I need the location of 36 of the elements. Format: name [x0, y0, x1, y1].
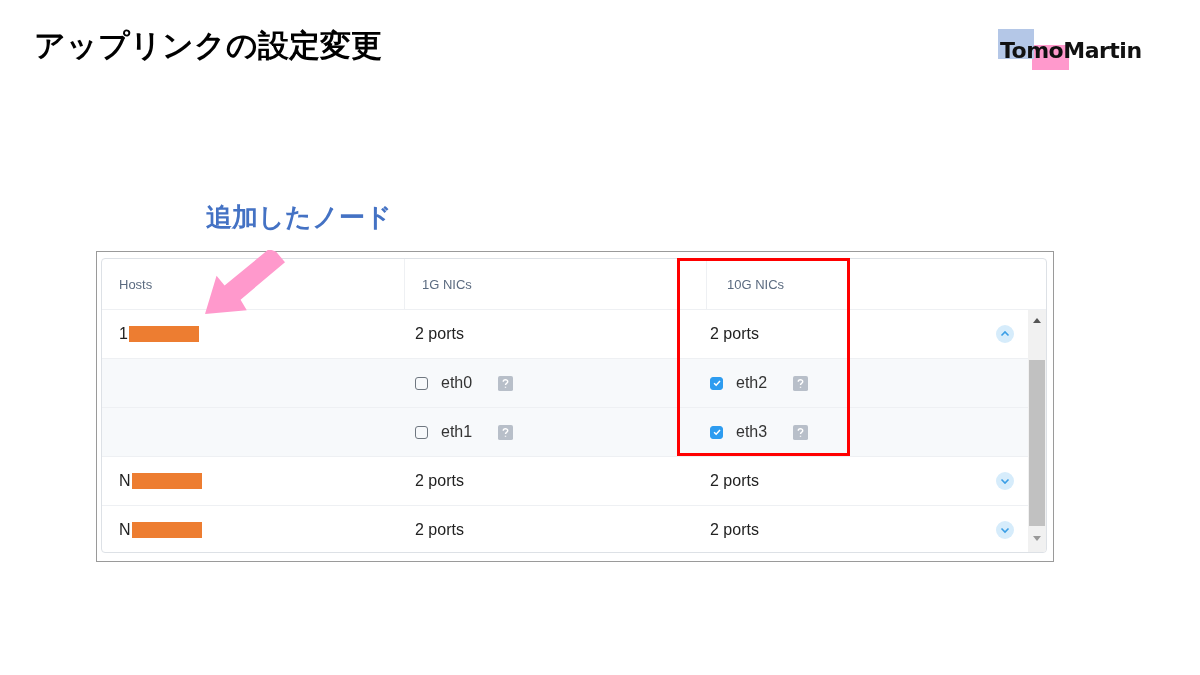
help-icon[interactable]	[498, 424, 513, 440]
table-cell-text: 2 ports	[414, 471, 465, 491]
redaction-mark	[131, 473, 202, 489]
help-icon[interactable]	[793, 424, 808, 440]
checkbox[interactable]	[710, 425, 723, 439]
host-name: N	[119, 472, 131, 490]
scroll-down-icon[interactable]	[1033, 536, 1041, 541]
nic-label: eth2	[736, 374, 769, 392]
expand-icon[interactable]	[996, 472, 1014, 490]
table-cell-text: 2 ports	[414, 324, 465, 344]
redaction-mark	[131, 522, 202, 538]
slide-title: アップリンクの設定変更	[34, 26, 382, 65]
host-name: N	[119, 521, 131, 539]
checkbox[interactable]	[415, 425, 428, 439]
scroll-up-icon[interactable]	[1033, 318, 1041, 323]
table-cell-text: 2 ports	[414, 520, 465, 540]
scrollbar[interactable]	[1028, 310, 1046, 552]
column-header[interactable]: 10G NICs	[707, 259, 827, 309]
collapse-icon[interactable]	[996, 325, 1014, 343]
nic-label: eth3	[736, 423, 769, 441]
nic-label: eth1	[441, 423, 474, 441]
help-icon[interactable]	[498, 375, 513, 391]
scrollbar-thumb[interactable]	[1029, 360, 1045, 526]
checkbox[interactable]	[710, 376, 723, 390]
annotation-text: 追加したノード	[206, 201, 392, 234]
redaction-mark	[128, 326, 199, 342]
table-cell-text: 2 ports	[709, 520, 760, 540]
table-cell-text: 2 ports	[709, 324, 760, 344]
expand-icon[interactable]	[996, 521, 1014, 539]
nic-label: eth0	[441, 374, 474, 392]
host-name: 1	[119, 325, 128, 343]
logo: TomoMartin	[998, 29, 1144, 70]
column-header[interactable]: 1G NICs	[405, 259, 707, 309]
table-cell-text: 2 ports	[709, 471, 760, 491]
help-icon[interactable]	[793, 375, 808, 391]
checkbox[interactable]	[415, 376, 428, 390]
